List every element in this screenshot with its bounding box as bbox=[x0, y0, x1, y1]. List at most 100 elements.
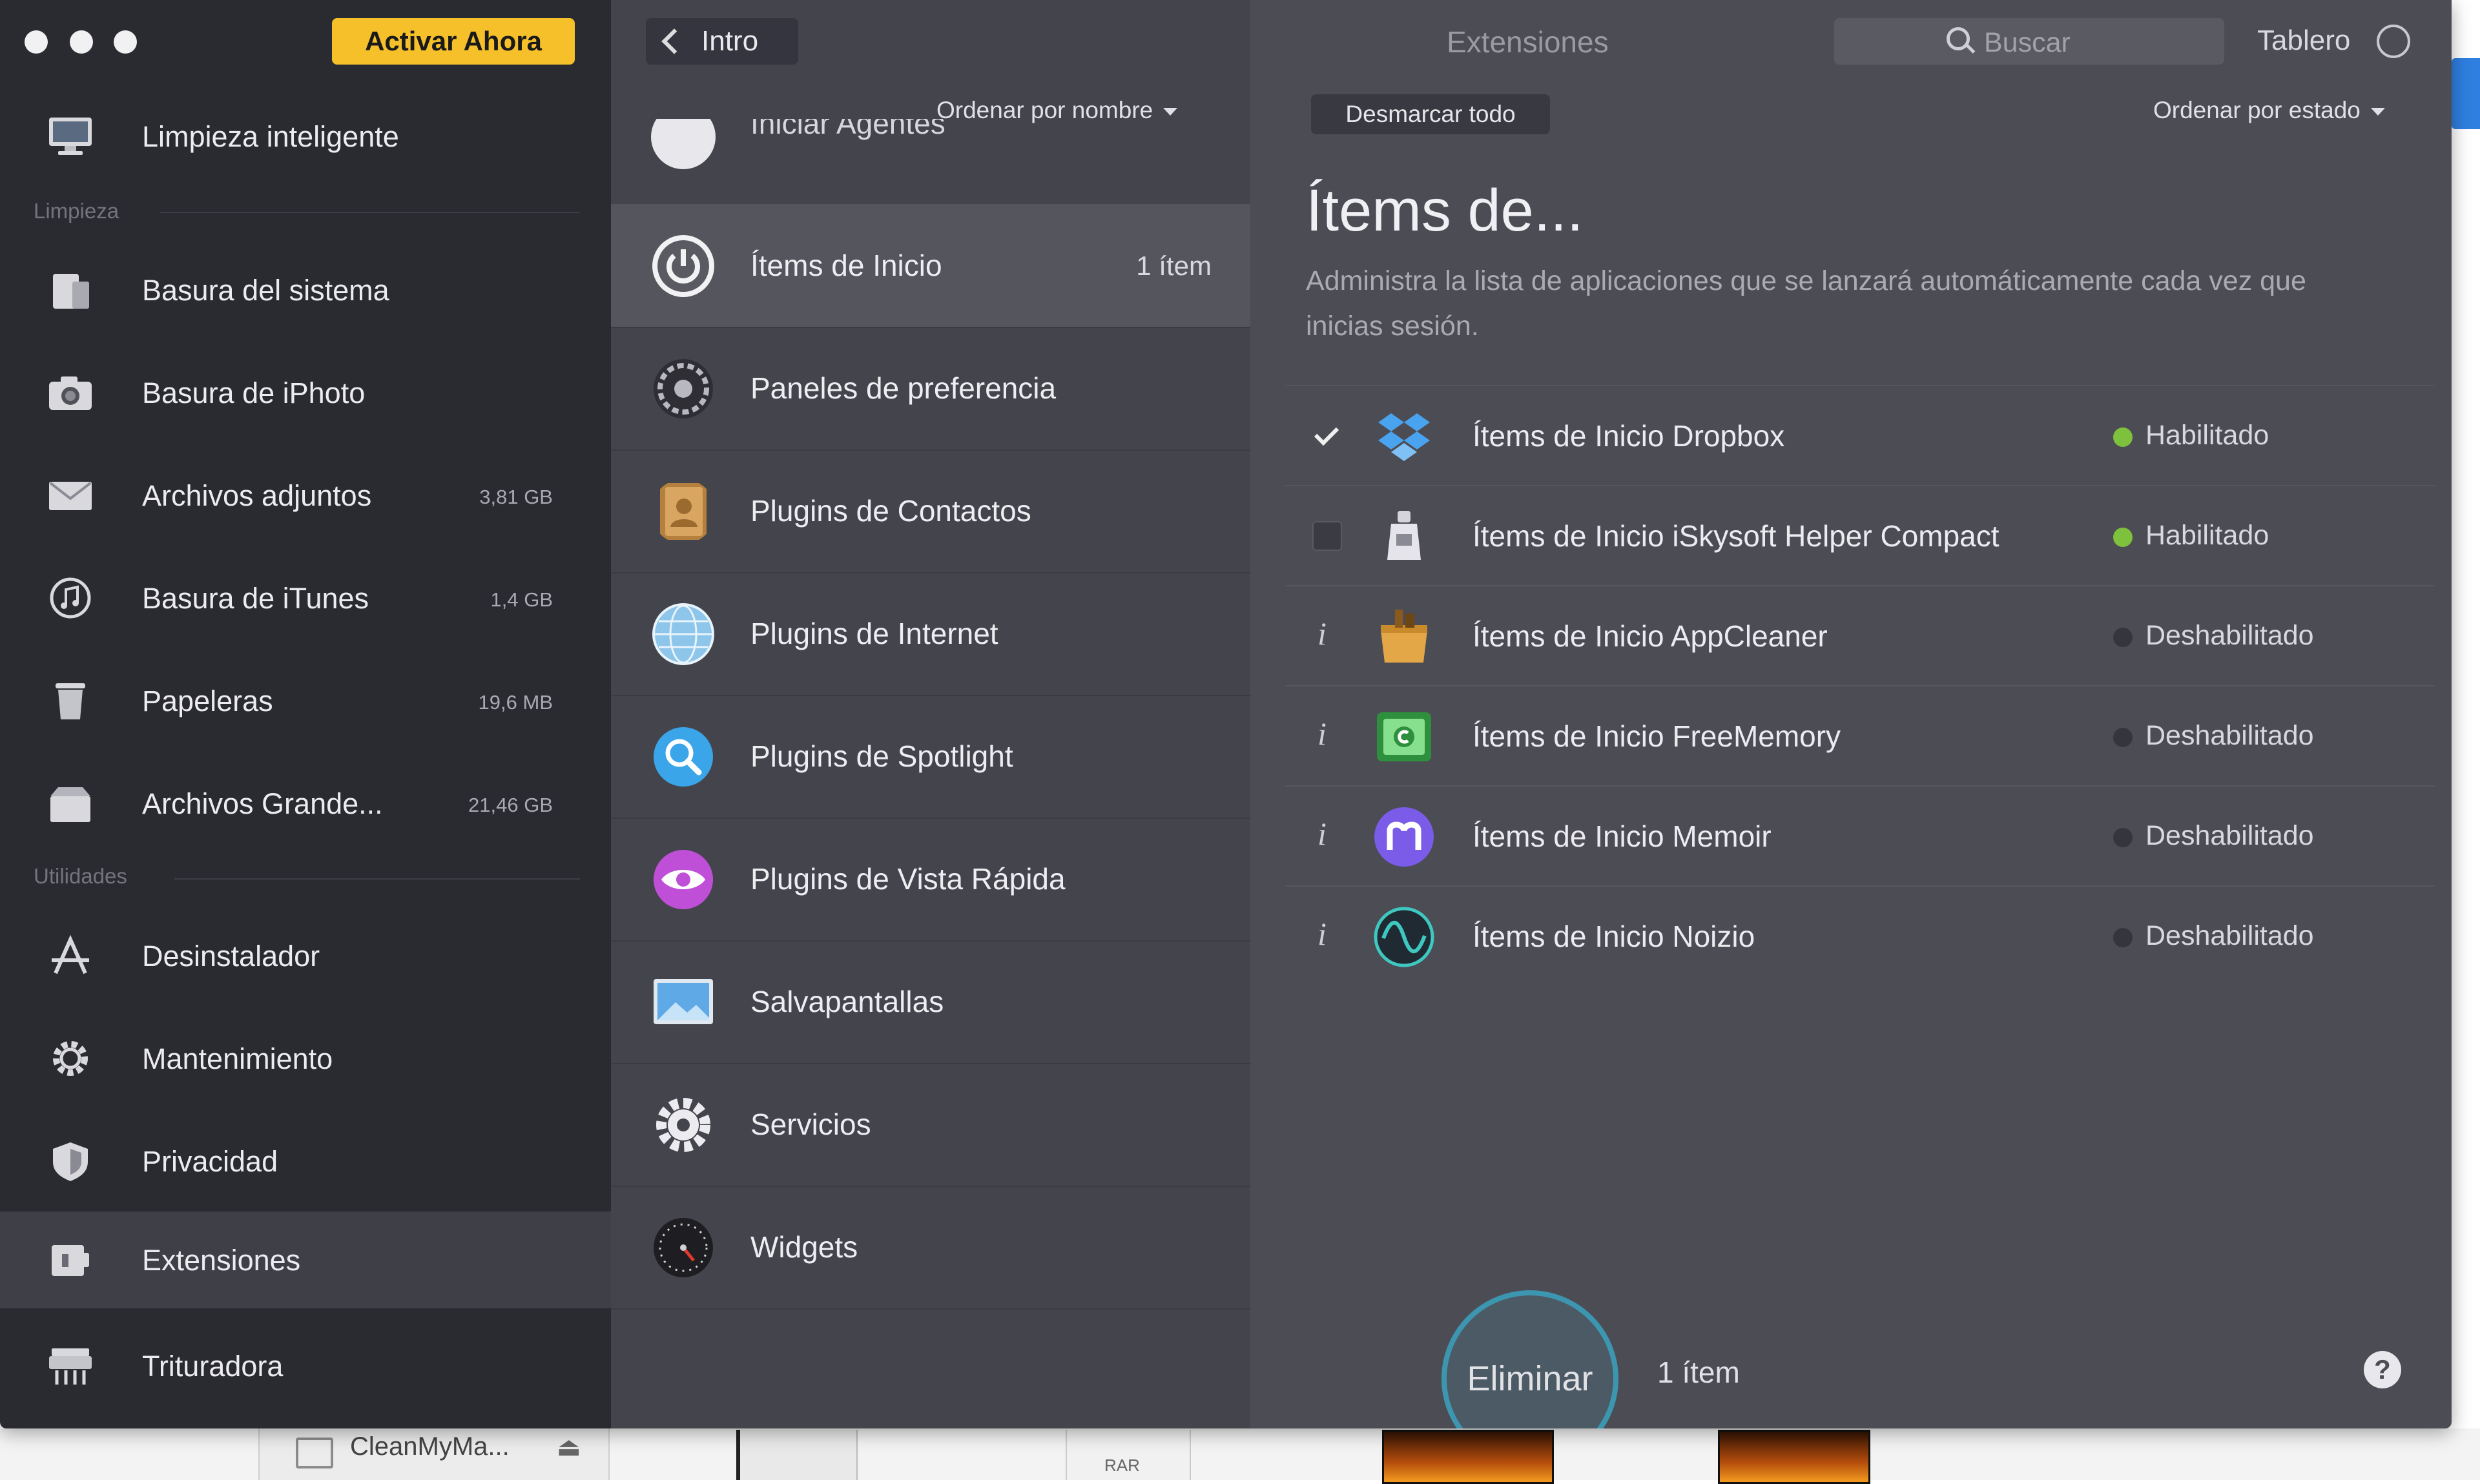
startup-item-label: Ítems de Inicio Memoir bbox=[1472, 819, 1772, 853]
minimize-window-button[interactable] bbox=[70, 30, 93, 54]
sidebar-item-uninstaller[interactable]: Desinstalador bbox=[0, 907, 611, 1004]
startup-item-row[interactable]: i Ítems de Inicio AppCleaner Deshabilita… bbox=[1285, 585, 2435, 686]
startup-item-label: Ítems de Inicio FreeMemory bbox=[1472, 719, 1841, 753]
category-item-startup-items[interactable]: Ítems de Inicio 1 ítem bbox=[611, 204, 1250, 328]
startup-item-row[interactable]: Ítems de Inicio Dropbox Habilitado bbox=[1285, 385, 2435, 486]
sidebar-item-attachments[interactable]: Archivos adjuntos 3,81 GB bbox=[0, 447, 611, 544]
sidebar-item-extensions[interactable]: Extensiones bbox=[0, 1211, 611, 1308]
category-item-label: Ítems de Inicio bbox=[750, 249, 942, 282]
category-item-internet-plugins[interactable]: Plugins de Internet bbox=[611, 572, 1250, 696]
sort-by-status-dropdown[interactable]: Ordenar por estado bbox=[2153, 97, 2385, 124]
sidebar-item-label: Trituradora bbox=[142, 1350, 284, 1383]
freememory-icon bbox=[1377, 712, 1431, 761]
status-indicator bbox=[2113, 928, 2133, 947]
gear-icon bbox=[656, 1098, 710, 1152]
shield-icon bbox=[53, 1142, 88, 1181]
sidebar-section-utilities: Utilidades bbox=[34, 864, 127, 888]
dashboard-gauge-icon[interactable] bbox=[2377, 25, 2410, 58]
category-item-label: Plugins de Contactos bbox=[750, 494, 1031, 528]
status-indicator bbox=[2113, 728, 2133, 747]
sidebar-item-maintenance[interactable]: Mantenimiento bbox=[0, 1010, 611, 1107]
back-button-label: Intro bbox=[701, 25, 759, 57]
startup-item-row[interactable]: i Ítems de Inicio Memoir Deshabilitado bbox=[1285, 785, 2435, 887]
spotlight-icon bbox=[654, 727, 713, 787]
deselect-all-button[interactable]: Desmarcar todo bbox=[1311, 94, 1550, 134]
category-item-spotlight-plugins[interactable]: Plugins de Spotlight bbox=[611, 695, 1250, 819]
section-divider bbox=[160, 212, 580, 213]
sidebar-item-size: 3,81 GB bbox=[479, 486, 553, 508]
sidebar-item-label: Mantenimiento bbox=[142, 1042, 333, 1075]
sidebar-item-trash-bins[interactable]: Papeleras 19,6 MB bbox=[0, 652, 611, 749]
sidebar-item-label: Desinstalador bbox=[142, 940, 320, 973]
startup-item-status: Deshabilitado bbox=[2145, 820, 2314, 851]
sidebar-item-size: 19,6 MB bbox=[478, 691, 553, 714]
detail-description: Administra la lista de aplicaciones que … bbox=[1306, 265, 2306, 342]
eject-icon[interactable]: ⏏ bbox=[557, 1432, 581, 1462]
section-divider bbox=[174, 878, 580, 880]
search-input[interactable]: Buscar bbox=[1834, 18, 2224, 65]
monitor-icon bbox=[49, 118, 92, 155]
info-icon[interactable]: i bbox=[1318, 915, 1327, 953]
info-icon[interactable]: i bbox=[1318, 615, 1327, 652]
sidebar-item-iphoto-junk[interactable]: Basura de iPhoto bbox=[0, 344, 611, 441]
dashboard-button[interactable]: Tablero bbox=[2257, 25, 2350, 57]
category-item-launch-agents[interactable]: Iniciar Agentes bbox=[611, 119, 1250, 205]
zoom-window-button[interactable] bbox=[114, 30, 137, 54]
noizio-icon bbox=[1374, 907, 1434, 967]
disk-icon bbox=[296, 1438, 333, 1469]
item-checkbox[interactable] bbox=[1312, 421, 1339, 448]
category-item-label: Plugins de Spotlight bbox=[750, 739, 1013, 773]
info-icon[interactable]: i bbox=[1318, 715, 1327, 752]
sunset-image-thumbnail bbox=[1718, 1430, 1870, 1484]
category-item-widgets[interactable]: Widgets bbox=[611, 1186, 1250, 1310]
sidebar-item-smart-cleanup[interactable]: Limpieza inteligente bbox=[0, 88, 611, 185]
background-window-edge bbox=[2452, 58, 2480, 129]
sidebar-item-system-junk[interactable]: Basura del sistema bbox=[0, 242, 611, 338]
appcleaner-icon bbox=[1381, 610, 1427, 663]
sidebar-item-itunes-junk[interactable]: Basura de iTunes 1,4 GB bbox=[0, 550, 611, 646]
category-item-contacts-plugins[interactable]: Plugins de Contactos bbox=[611, 449, 1250, 573]
close-window-button[interactable] bbox=[25, 30, 48, 54]
activate-now-button[interactable]: Activar Ahora bbox=[332, 18, 575, 65]
category-item-label: Servicios bbox=[750, 1108, 871, 1141]
category-item-label: Paneles de preferencia bbox=[750, 371, 1057, 405]
category-item-label: Plugins de Internet bbox=[750, 617, 998, 650]
category-item-label: Salvapantallas bbox=[750, 985, 944, 1018]
startup-item-label: Ítems de Inicio Noizio bbox=[1472, 920, 1755, 953]
sidebar-item-shredder[interactable]: Trituradora bbox=[0, 1317, 611, 1414]
startup-item-status: Deshabilitado bbox=[2145, 720, 2314, 751]
document-thumbnail bbox=[736, 1430, 858, 1480]
sunset-image-thumbnail bbox=[1382, 1430, 1554, 1484]
finder-sidebar-item[interactable]: CleanMyMa... ⏏ bbox=[258, 1428, 610, 1480]
music-note-icon bbox=[50, 577, 91, 619]
cleanmymac-window: Activar Ahora Limpieza inteligente Limpi… bbox=[0, 0, 2452, 1428]
item-checkbox[interactable] bbox=[1312, 521, 1342, 551]
extensions-icon bbox=[52, 1245, 89, 1276]
startup-item-row[interactable]: Ítems de Inicio iSkysoft Helper Compact … bbox=[1285, 485, 2435, 586]
sidebar-item-label: Privacidad bbox=[142, 1145, 278, 1178]
sidebar-item-label: Extensiones bbox=[142, 1244, 301, 1277]
category-item-quicklook-plugins[interactable]: Plugins de Vista Rápida bbox=[611, 818, 1250, 942]
help-icon[interactable]: ? bbox=[2364, 1351, 2401, 1388]
caret-down-icon bbox=[2370, 108, 2385, 116]
startup-item-row[interactable]: i Ítems de Inicio FreeMemory Deshabilita… bbox=[1285, 685, 2435, 787]
category-item-count: 1 ítem bbox=[1136, 251, 1212, 281]
sidebar-item-privacy[interactable]: Privacidad bbox=[0, 1113, 611, 1210]
category-item-screensavers[interactable]: Salvapantallas bbox=[611, 940, 1250, 1064]
category-item-label: Iniciar Agentes bbox=[750, 119, 946, 140]
category-item-label: Plugins de Vista Rápida bbox=[750, 862, 1066, 896]
category-item-preference-panes[interactable]: Paneles de preferencia bbox=[611, 327, 1250, 451]
category-item-services[interactable]: Servicios bbox=[611, 1063, 1250, 1187]
info-icon[interactable]: i bbox=[1318, 815, 1327, 852]
finder-item-label: CleanMyMa... bbox=[350, 1432, 510, 1461]
sidebar-item-size: 1,4 GB bbox=[490, 588, 553, 611]
sidebar-item-label: Basura del sistema bbox=[142, 274, 389, 307]
status-indicator bbox=[2113, 528, 2133, 547]
startup-item-status: Habilitado bbox=[2145, 520, 2269, 551]
memoir-icon bbox=[1374, 807, 1434, 867]
rar-label: RAR bbox=[1104, 1456, 1140, 1475]
sidebar-item-large-files[interactable]: Archivos Grande... 21,46 GB bbox=[0, 755, 611, 852]
back-button[interactable]: Intro bbox=[646, 18, 798, 65]
startup-item-row[interactable]: i Ítems de Inicio Noizio Deshabilitado bbox=[1285, 885, 2435, 987]
preferences-icon bbox=[654, 359, 713, 418]
